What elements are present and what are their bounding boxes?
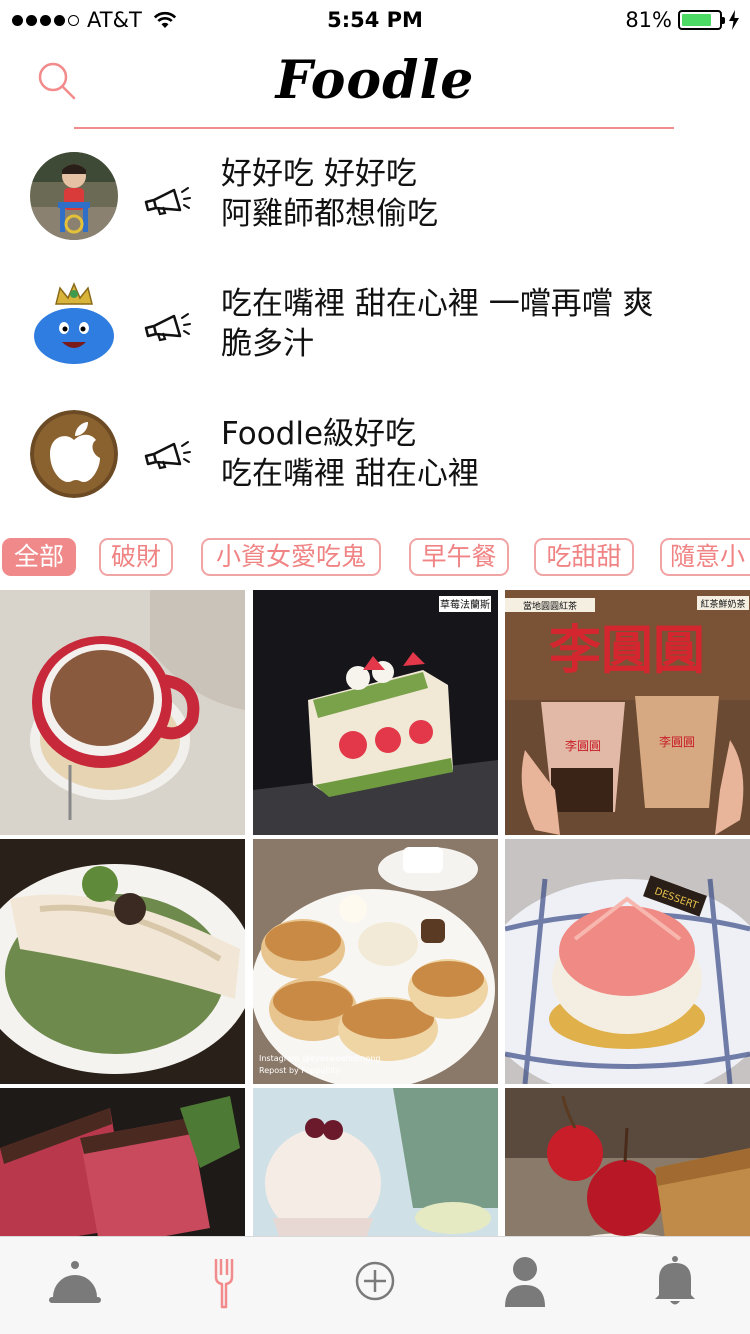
fork-icon bbox=[214, 1259, 234, 1309]
bubble-tea-photo[interactable]: 當地圓圓紅茶 紅茶鮮奶茶 李圓圓 李圓圓 李圓圓 bbox=[505, 590, 750, 835]
charging-bolt-icon bbox=[729, 10, 739, 30]
chip-all[interactable]: 全部 bbox=[2, 538, 76, 576]
battery-percent: 81% bbox=[625, 8, 672, 32]
cloche-icon bbox=[49, 1261, 101, 1303]
battery-level-fill bbox=[682, 14, 712, 26]
category-chips[interactable]: 全部 破財 小資女愛吃鬼 早午餐 吃甜甜 隨意小 bbox=[0, 536, 750, 580]
chip-category[interactable]: 小資女愛吃鬼 bbox=[201, 538, 381, 576]
hot-chocolate-photo[interactable] bbox=[0, 590, 245, 835]
chip-category[interactable]: 破財 bbox=[99, 538, 173, 576]
tab-profile[interactable] bbox=[495, 1251, 555, 1311]
feed-line: 吃在嘴裡 甜在心裡 一嚐再嚐 爽 bbox=[221, 286, 654, 322]
feed-item[interactable]: 好好吃 好好吃 阿雞師都想偷吃 bbox=[0, 140, 750, 260]
app-header: Foodle bbox=[0, 40, 750, 130]
chip-category[interactable]: 隨意小 bbox=[660, 538, 750, 576]
feed-line: 好好吃 好好吃 bbox=[221, 156, 417, 192]
megaphone-icon bbox=[144, 313, 191, 342]
photo-caption: Instagram @eyesweetsdmong bbox=[259, 1054, 381, 1063]
cup-label: 李圓圓 bbox=[565, 738, 601, 753]
tab-food[interactable] bbox=[194, 1251, 254, 1311]
cherry-cake-photo[interactable] bbox=[505, 1088, 750, 1236]
feed-item[interactable]: Foodle級好吃 吃在嘴裡 甜在心裡 bbox=[0, 400, 750, 520]
tab-notifications[interactable] bbox=[645, 1251, 705, 1311]
photo-sign-text: 李圓圓 bbox=[549, 620, 705, 681]
add-icon bbox=[355, 1261, 395, 1301]
feed-item[interactable]: 吃在嘴裡 甜在心裡 一嚐再嚐 爽 脆多汁 bbox=[0, 270, 750, 390]
shaved-ice-photo[interactable] bbox=[253, 1088, 498, 1236]
photo-sign-tag: 紅茶鮮奶茶 bbox=[700, 598, 745, 610]
tab-bar bbox=[0, 1236, 750, 1334]
megaphone-icon bbox=[144, 187, 191, 216]
battery-icon bbox=[678, 10, 725, 30]
steak-photo[interactable] bbox=[0, 1088, 245, 1236]
dessert-bun-photo[interactable]: DESSERT bbox=[505, 839, 750, 1084]
feed-message: Foodle級好吃 吃在嘴裡 甜在心裡 bbox=[221, 414, 721, 494]
chip-category[interactable]: 吃甜甜 bbox=[534, 538, 634, 576]
photo-grid: 草莓法蘭斯 當地圓圓紅茶 紅茶鮮奶茶 李圓圓 李圓圓 李圓圓 Instagram… bbox=[0, 590, 750, 1236]
feed-line: 阿雞師都想偷吃 bbox=[221, 196, 438, 232]
photo-sign-tag: 當地圓圓紅茶 bbox=[523, 600, 577, 612]
salmon-risotto-photo[interactable] bbox=[0, 839, 245, 1084]
slime-king-avatar[interactable] bbox=[30, 280, 118, 368]
child-photo-avatar[interactable] bbox=[30, 152, 118, 240]
megaphone-icon bbox=[144, 441, 191, 470]
header-divider bbox=[74, 127, 674, 129]
tab-home[interactable] bbox=[45, 1251, 105, 1311]
cup-label: 李圓圓 bbox=[659, 734, 695, 749]
feed-message: 吃在嘴裡 甜在心裡 一嚐再嚐 爽 脆多汁 bbox=[221, 284, 721, 364]
apple-logo-avatar[interactable] bbox=[30, 410, 118, 498]
status-right: 81% bbox=[625, 8, 740, 32]
feed-message: 好好吃 好好吃 阿雞師都想偷吃 bbox=[221, 154, 721, 234]
photo-watermark: 草莓法蘭斯 bbox=[440, 598, 490, 611]
profile-icon bbox=[505, 1257, 545, 1307]
tab-add[interactable] bbox=[345, 1251, 405, 1311]
strawberry-cake-photo[interactable]: 草莓法蘭斯 bbox=[253, 590, 498, 835]
feed-line: 吃在嘴裡 甜在心裡 bbox=[221, 456, 479, 492]
feed-line: 脆多汁 bbox=[221, 326, 314, 362]
chip-category[interactable]: 早午餐 bbox=[409, 538, 509, 576]
app-title: Foodle bbox=[275, 50, 475, 111]
feed-line: Foodle級好吃 bbox=[221, 416, 417, 452]
photo-caption: Repost by Foppullity bbox=[259, 1066, 341, 1075]
souffle-pancake-photo[interactable]: Instagram @eyesweetsdmong Repost by Fopp… bbox=[253, 839, 498, 1084]
bell-icon bbox=[655, 1256, 695, 1305]
status-bar: AT&T 5:54 PM 81% bbox=[0, 0, 750, 40]
